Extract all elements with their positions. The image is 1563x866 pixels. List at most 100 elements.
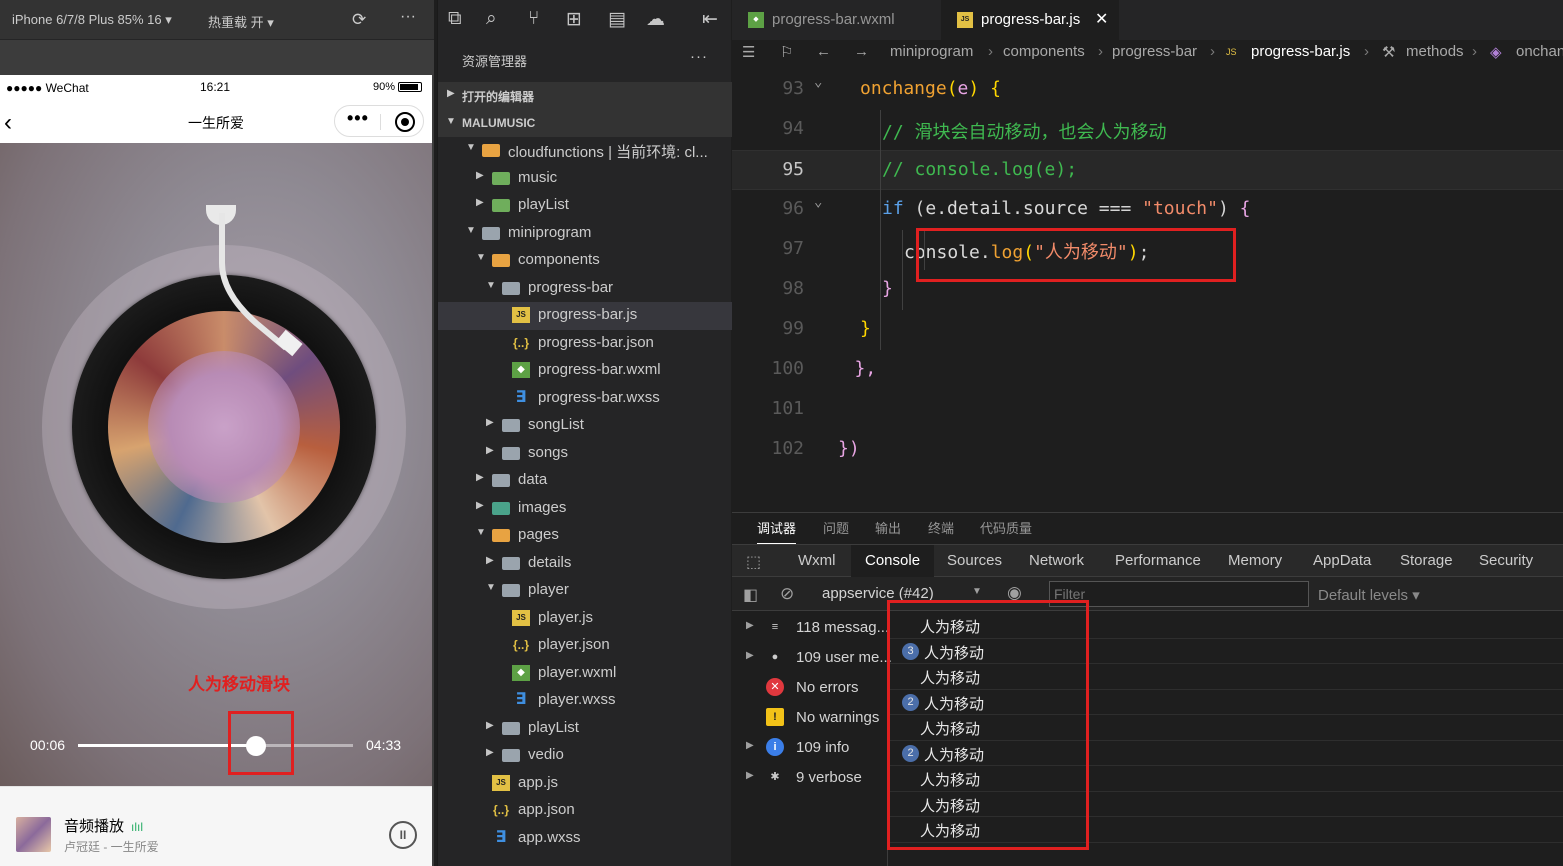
device-selector[interactable]: iPhone 6/7/8 Plus 85% 16 ▾ xyxy=(12,12,172,28)
tree-item[interactable]: ▼ miniprogram xyxy=(438,220,732,248)
capsule-close-icon[interactable] xyxy=(395,112,415,132)
tab-terminal[interactable]: 终端 xyxy=(928,518,954,537)
code-line[interactable]: 94 // 滑块会自动移动，也会人为移动 xyxy=(732,110,1563,150)
search-icon[interactable]: ⌕ xyxy=(486,8,497,30)
tree-item[interactable]: JS progress-bar.js xyxy=(438,302,732,330)
tab-console[interactable]: Console xyxy=(851,545,935,577)
inspect-icon[interactable]: ⬚ xyxy=(746,552,761,572)
tree-item[interactable]: ▶ songs xyxy=(438,440,732,468)
console-filter-item[interactable]: ▶ ● 109 user me... xyxy=(732,643,892,673)
tab-network[interactable]: Network xyxy=(1029,552,1084,569)
code-line[interactable]: 96 ⌄ if (e.detail.source === "touch") { xyxy=(732,190,1563,230)
code-line[interactable]: 99} xyxy=(732,310,1563,350)
close-icon[interactable]: ✕ xyxy=(1095,9,1108,29)
files-icon[interactable]: ⧉ xyxy=(448,8,462,30)
code-token: } xyxy=(882,278,893,299)
code-area[interactable]: 93 ⌄ onchange(e) {94// 滑块会自动移动，也会人为移动 95// … xyxy=(732,70,1563,510)
tree-item[interactable]: {..} progress-bar.json xyxy=(438,330,732,358)
tree-item[interactable]: {..} player.json xyxy=(438,632,732,660)
console-filter-item[interactable]: ! No warnings xyxy=(732,703,887,733)
code-line[interactable]: 100}, xyxy=(732,350,1563,390)
project-section[interactable]: ▼ MALUMUSIC xyxy=(438,110,732,137)
code-token: === xyxy=(1087,198,1143,219)
breadcrumb-item[interactable]: miniprogram xyxy=(890,43,973,60)
tree-item[interactable]: ▶ details xyxy=(438,550,732,578)
progress-track[interactable] xyxy=(78,744,353,747)
tab-performance[interactable]: Performance xyxy=(1115,552,1201,569)
equalizer-icon: ılıl xyxy=(131,820,143,834)
hot-reload-toggle[interactable]: 热重载 开 ▾ xyxy=(208,12,274,31)
console-filter-item[interactable]: ▶ ✱ 9 verbose xyxy=(732,763,887,793)
forward-arrow-icon[interactable]: → xyxy=(854,43,869,60)
tree-item[interactable]: ▶ music xyxy=(438,165,732,193)
breadcrumb-item[interactable]: progress-bar xyxy=(1112,43,1197,60)
tree-item[interactable]: ▶ playList xyxy=(438,715,732,743)
source-control-icon[interactable]: ⑂ xyxy=(528,8,539,30)
breadcrumb-item[interactable]: methods xyxy=(1406,43,1464,60)
tree-item[interactable]: ▶ data xyxy=(438,467,732,495)
tab-sources[interactable]: Sources xyxy=(947,552,1002,569)
tree-item[interactable]: ∃ app.wxss xyxy=(438,825,732,853)
tab-progress-bar-wxml[interactable]: ◆ progress-bar.wxml xyxy=(732,0,940,40)
bookmark-icon[interactable]: ⚐ xyxy=(780,43,793,61)
tab-memory[interactable]: Memory xyxy=(1228,552,1282,569)
tree-item[interactable]: ▶ images xyxy=(438,495,732,523)
code-line[interactable]: 102}) xyxy=(732,430,1563,470)
tree-item[interactable]: ◆ player.wxml xyxy=(438,660,732,688)
tab-problems[interactable]: 问题 xyxy=(823,518,849,537)
tab-progress-bar-js[interactable]: JS progress-bar.js ✕ xyxy=(941,0,1119,40)
mini-pause-button[interactable]: II xyxy=(389,821,417,849)
tree-item[interactable]: ▼ pages xyxy=(438,522,732,550)
console-filter-item[interactable]: ✕ No errors xyxy=(732,673,887,703)
tab-security[interactable]: Security xyxy=(1479,552,1533,569)
panel-icon[interactable]: ▤ xyxy=(608,8,626,31)
tab-appdata[interactable]: AppData xyxy=(1313,552,1371,569)
tree-item[interactable]: ▼ player xyxy=(438,577,732,605)
code-token: } xyxy=(860,318,871,339)
back-arrow-icon[interactable]: ← xyxy=(816,43,831,60)
open-editors-section[interactable]: ▶ 打开的编辑器 xyxy=(438,82,732,110)
tree-item[interactable]: ▼ components xyxy=(438,247,732,275)
tab-wxml[interactable]: Wxml xyxy=(798,552,836,569)
sidebar-toggle-icon[interactable]: ◧ xyxy=(743,585,758,605)
clear-console-icon[interactable]: ⊘ xyxy=(780,584,794,604)
more-icon[interactable]: ··· xyxy=(400,8,416,26)
tab-code-quality[interactable]: 代码质量 xyxy=(980,518,1032,537)
tab-debugger[interactable]: 调试器 xyxy=(757,518,797,544)
tree-item[interactable]: ▶ vedio xyxy=(438,742,732,770)
code-line[interactable]: 93 ⌄ onchange(e) { xyxy=(732,70,1563,110)
breadcrumb-item[interactable]: components xyxy=(1003,43,1085,60)
collapse-sidebar-icon[interactable]: ⇤ xyxy=(702,8,718,31)
tree-item[interactable]: ▼ progress-bar xyxy=(438,275,732,303)
docker-icon[interactable]: ☁ xyxy=(646,8,665,31)
console-filter-item[interactable]: ▶ i 109 info xyxy=(732,733,887,763)
tree-item[interactable]: JS app.js xyxy=(438,770,732,798)
breadcrumb-item[interactable]: onchan xyxy=(1516,43,1563,60)
folder-icon xyxy=(482,226,500,240)
tree-item-label: app.wxss xyxy=(518,828,581,846)
audio-mini-player[interactable]: 音频播放 ılıl 卢冠廷 - 一生所爱 II xyxy=(0,786,432,866)
tree-item[interactable]: ▶ songList xyxy=(438,412,732,440)
tree-item[interactable]: ◆ progress-bar.wxml xyxy=(438,357,732,385)
fold-chevron-icon[interactable]: ⌄ xyxy=(814,74,822,90)
tree-item[interactable]: ▶ playList xyxy=(438,192,732,220)
tree-item[interactable]: ∃ player.wxss xyxy=(438,687,732,715)
extensions-icon[interactable]: ⊞ xyxy=(566,8,582,31)
tree-item[interactable]: {..} app.json xyxy=(438,797,732,825)
console-filter-item[interactable]: ▶ ≡ 118 messag... xyxy=(732,613,889,643)
simulator-toolbar: iPhone 6/7/8 Plus 85% 16 ▾ 热重载 开 ▾ ⟳ ··· xyxy=(0,0,434,40)
log-levels-dropdown[interactable]: Default levels ▾ xyxy=(1318,586,1420,604)
tab-output[interactable]: 输出 xyxy=(875,518,901,537)
explorer-more-icon[interactable]: ··· xyxy=(690,48,708,65)
fold-chevron-icon[interactable]: ⌄ xyxy=(814,194,822,210)
code-line[interactable]: 101 xyxy=(732,390,1563,430)
list-icon[interactable]: ☰ xyxy=(742,43,755,61)
tree-item[interactable]: ∃ progress-bar.wxss xyxy=(438,385,732,413)
refresh-icon[interactable]: ⟳ xyxy=(352,10,366,30)
tab-storage[interactable]: Storage xyxy=(1400,552,1453,569)
code-line[interactable]: 95 // console.log(e); xyxy=(732,150,1563,190)
breadcrumb-item[interactable]: progress-bar.js xyxy=(1251,43,1350,60)
capsule-more-icon[interactable]: ••• xyxy=(347,108,369,129)
tree-item[interactable]: JS player.js xyxy=(438,605,732,633)
tree-item[interactable]: ▼ cloudfunctions | 当前环境: cl... xyxy=(438,137,732,165)
